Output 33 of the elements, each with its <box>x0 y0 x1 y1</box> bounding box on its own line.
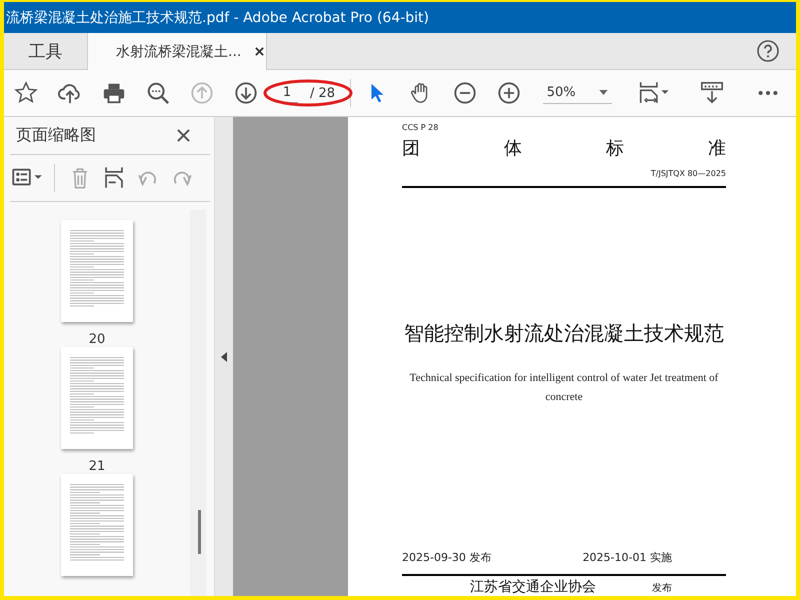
page-thumbnail[interactable] <box>61 220 133 322</box>
page-number-field[interactable]: 1 <box>276 83 298 103</box>
help-icon[interactable] <box>756 39 780 63</box>
standard-number: T/JSJTQX 80—2025 <box>650 169 726 178</box>
document-title: 智能控制水射流处治混凝土技术规范 <box>403 320 725 347</box>
printer-icon[interactable] <box>102 81 126 105</box>
publisher-action: 发布 <box>652 582 672 595</box>
caret-icon <box>599 90 608 95</box>
document-subtitle: Technical specification for intelligent control of water Jet treatment of concrete <box>408 371 720 405</box>
page-count: / 28 <box>310 86 336 100</box>
standard-code: CCS P 28 <box>402 123 440 132</box>
effective-date: 2025-10-01 实施 <box>582 550 672 565</box>
zoom-out-icon[interactable] <box>452 81 477 105</box>
cloud-upload-icon[interactable] <box>58 81 82 105</box>
panel-title: 页面缩略图 <box>16 125 96 146</box>
search-icon[interactable] <box>146 81 170 105</box>
window-title: 流桥梁混凝土处治施工技术规范.pdf - Adobe Acrobat Pro (64-bit) <box>5 8 430 26</box>
ruler-icon[interactable] <box>700 81 724 105</box>
zoom-in-icon[interactable] <box>496 81 521 105</box>
publisher-name: 江苏省交通企业协会 <box>470 578 596 596</box>
zoom-dropdown[interactable]: 50% <box>542 82 612 104</box>
star-icon[interactable] <box>14 81 38 105</box>
close-icon[interactable] <box>177 129 190 142</box>
collapse-arrow-icon[interactable] <box>221 352 227 362</box>
issue-date: 2025-09-30 发布 <box>402 550 492 565</box>
page-number: 20 <box>88 332 106 347</box>
page-thumbnail[interactable] <box>61 347 133 449</box>
tab[interactable]: 水射流桥梁混凝土... <box>88 33 267 70</box>
page-number: 21 <box>88 459 106 474</box>
document-heading: 团 体 标 准 <box>402 137 726 160</box>
scrollbar-thumb[interactable] <box>198 510 201 554</box>
page-thumbnail[interactable] <box>61 474 133 576</box>
close-icon[interactable] <box>255 47 264 56</box>
